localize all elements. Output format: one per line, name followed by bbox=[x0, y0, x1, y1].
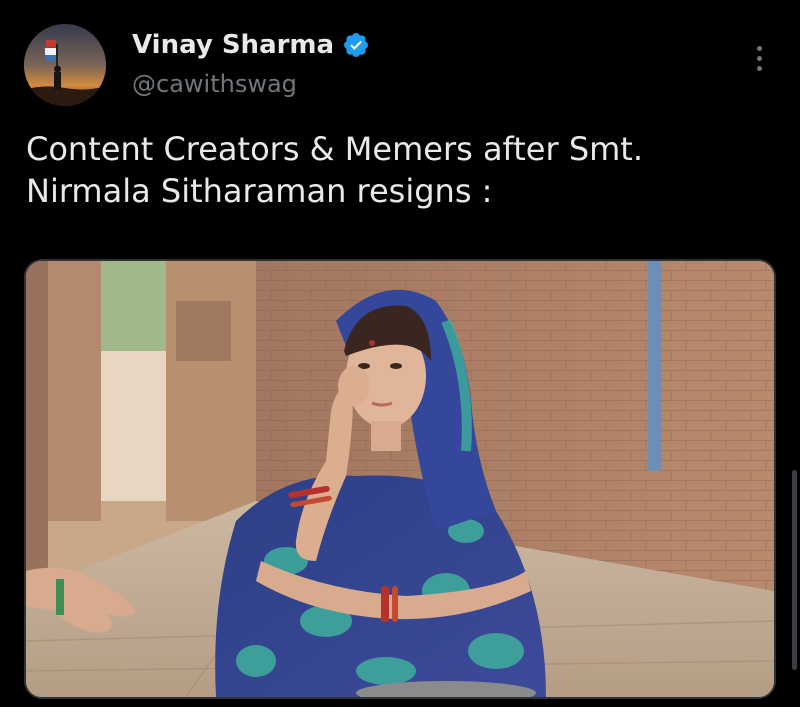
more-vertical-icon bbox=[756, 45, 762, 51]
tweet-media-photo[interactable] bbox=[24, 259, 776, 699]
author-name-row: Vinay Sharma bbox=[132, 30, 370, 60]
tweet-card: Vinay Sharma @cawithswag Content Creator… bbox=[0, 0, 800, 707]
author-avatar[interactable] bbox=[24, 24, 106, 106]
media-illustration bbox=[26, 261, 774, 697]
author-display-name[interactable]: Vinay Sharma bbox=[132, 30, 334, 60]
tweet-text-line: Content Creators & Memers after Smt. bbox=[26, 130, 644, 168]
scrollbar-thumb[interactable] bbox=[792, 470, 797, 670]
tweet-text: Content Creators & Memers after Smt. Nir… bbox=[26, 128, 766, 212]
author-handle[interactable]: @cawithswag bbox=[132, 70, 297, 98]
more-vertical-icon-dot bbox=[756, 55, 762, 61]
more-options-button[interactable] bbox=[742, 38, 776, 78]
tweet-text-line: Nirmala Sitharaman resigns : bbox=[26, 172, 493, 210]
avatar-photo bbox=[24, 24, 106, 106]
verified-badge-icon bbox=[342, 31, 370, 59]
more-vertical-icon-dot bbox=[756, 65, 762, 71]
